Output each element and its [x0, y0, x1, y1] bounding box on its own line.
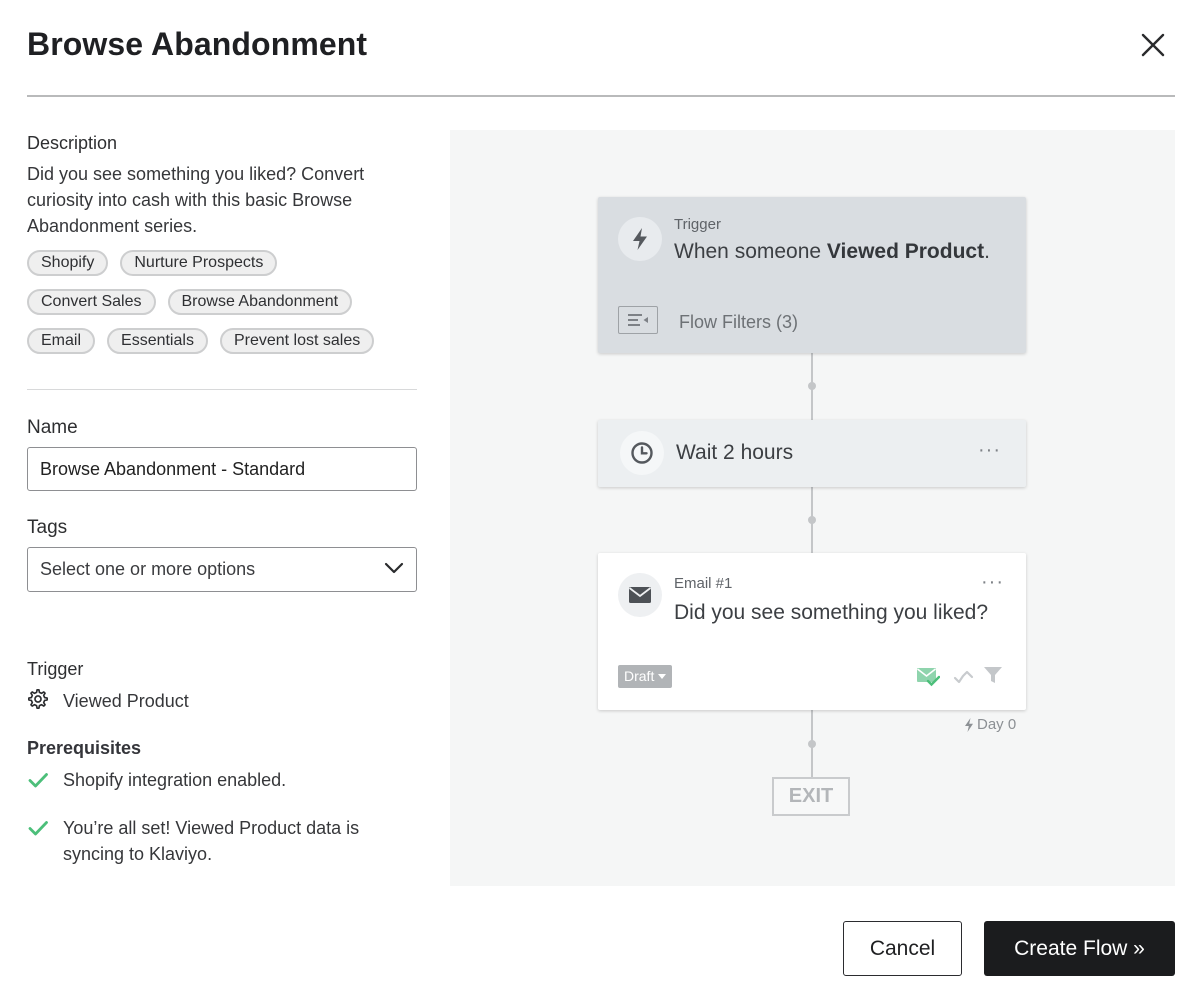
delay-day-label: Day 0 — [964, 716, 1016, 733]
prerequisites-label: Prerequisites — [27, 738, 142, 758]
tag-pill: Essentials — [107, 328, 208, 354]
trigger-card[interactable]: Trigger When someone Viewed Product. Flo… — [598, 197, 1026, 353]
modal-title: Browse Abandonment — [27, 26, 368, 62]
email-card-more-icon[interactable]: ··· — [981, 571, 1004, 594]
trigger-row: Viewed Product — [27, 688, 189, 715]
filter-icon — [983, 665, 1003, 690]
prerequisite-item: Shopify integration enabled. — [27, 767, 393, 796]
tags-select[interactable]: Select one or more options — [27, 547, 417, 592]
wait-card[interactable]: Wait 2 hours ··· — [598, 420, 1026, 487]
prerequisite-text: You’re all set! Viewed Product data is s… — [63, 818, 360, 864]
trigger-text-prefix: When someone — [674, 240, 827, 263]
flow-preview: Trigger When someone Viewed Product. Flo… — [450, 130, 1175, 886]
wait-card-more-icon[interactable]: ··· — [978, 439, 1001, 462]
trigger-value: Viewed Product — [63, 691, 189, 711]
description-text: Did you see something you liked? Convert… — [27, 164, 365, 236]
chevron-down-icon — [384, 561, 404, 579]
exit-node: EXIT — [772, 777, 850, 816]
tag-pill: Browse Abandonment — [167, 289, 353, 315]
email-card-label: Email #1 — [674, 575, 733, 592]
trigger-card-text: When someone Viewed Product. — [674, 240, 990, 264]
close-icon[interactable] — [1138, 30, 1168, 60]
prerequisite-item: You’re all set! Viewed Product data is s… — [27, 815, 393, 867]
caret-down-icon — [658, 673, 667, 679]
description-label: Description — [27, 133, 118, 153]
section-divider — [27, 389, 417, 390]
tag-pill: Convert Sales — [27, 289, 156, 315]
lightning-small-icon — [965, 717, 973, 732]
email-approved-icon — [916, 665, 941, 692]
email-card-subject: Did you see something you liked? — [674, 601, 989, 624]
flow-node-dot — [808, 516, 816, 524]
lightning-icon — [618, 217, 662, 261]
check-icon — [27, 767, 49, 796]
name-input[interactable] — [27, 447, 417, 491]
trigger-label: Trigger — [27, 659, 84, 679]
wait-card-text: Wait 2 hours — [676, 441, 794, 464]
flow-node-dot — [808, 740, 816, 748]
tags-label: Tags — [27, 517, 68, 538]
tag-pill: Shopify — [27, 250, 109, 276]
envelope-icon — [618, 573, 662, 617]
tag-pill: Prevent lost sales — [219, 328, 375, 354]
tag-pill: Email — [27, 328, 96, 354]
trigger-text-event: Viewed Product — [826, 240, 985, 263]
gear-icon — [27, 688, 49, 715]
smart-sending-icon — [953, 668, 975, 689]
flow-node-dot — [808, 382, 816, 390]
trigger-text-suffix: . — [984, 240, 990, 263]
tags-select-placeholder: Select one or more options — [40, 559, 256, 579]
trigger-card-label: Trigger — [674, 216, 721, 233]
filter-list-icon — [618, 306, 658, 334]
tag-pill: Nurture Prospects — [120, 250, 278, 276]
status-badge[interactable]: Draft — [618, 665, 673, 688]
header-divider — [27, 95, 1175, 97]
flow-filters-link[interactable]: Flow Filters (3) — [679, 312, 798, 333]
status-badge-text: Draft — [624, 668, 655, 684]
clock-icon — [620, 431, 664, 475]
create-flow-button[interactable]: Create Flow » — [984, 921, 1175, 976]
day-label-text: Day 0 — [977, 716, 1017, 733]
email-card[interactable]: Email #1 Did you see something you liked… — [598, 553, 1026, 710]
tag-list: Shopify Nurture Prospects Convert Sales … — [27, 250, 417, 354]
check-icon — [27, 815, 49, 844]
prerequisite-text: Shopify integration enabled. — [63, 770, 287, 790]
cancel-button[interactable]: Cancel — [843, 921, 962, 976]
name-label: Name — [27, 417, 78, 438]
